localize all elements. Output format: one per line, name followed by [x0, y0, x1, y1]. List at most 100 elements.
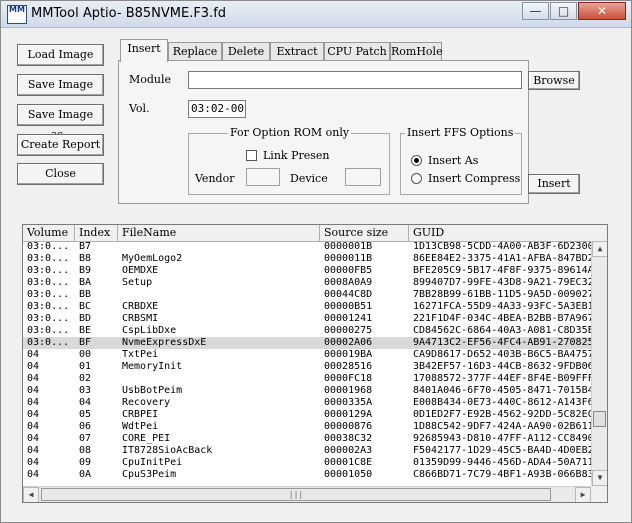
mmtool-window: MM MMTool Aptio- B85NVME.F3.fd — □ ✕ Loa…	[0, 0, 632, 523]
volume-cell: 03:0...	[27, 277, 70, 288]
link-present-label: Link Presen	[263, 149, 330, 162]
guid-cell: F5042177-1D29-45C5-BA4D-4D0EB2	[413, 445, 591, 456]
index-cell: 04	[79, 397, 92, 408]
volume-cell: 04	[27, 409, 40, 420]
column-index[interactable]: Index	[75, 225, 118, 241]
index-cell: B9	[79, 265, 92, 276]
index-cell: B7	[79, 241, 92, 252]
filename-cell: CRBSMI	[122, 313, 159, 324]
maximize-button[interactable]: □	[550, 2, 577, 20]
table-row[interactable]: 04 09 CpuInitPei 00001C8E 01359D99-9446-456D…	[23, 457, 591, 469]
browse-button[interactable]: Browse	[528, 71, 580, 90]
table-row[interactable]: 03:0... BC CRBDXE 00000B51 16271FCA-55D9-4A3…	[23, 301, 591, 313]
guid-cell: CD84562C-6864-40A3-A081-C8D35E	[413, 325, 591, 336]
table-row[interactable]: 03:0... B9 OEMDXE 00000FB5 BFE205C9-5B17-4F8…	[23, 265, 591, 277]
tab-cpu-patch[interactable]: CPU Patch	[324, 42, 390, 61]
table-row[interactable]: 04 01 MemoryInit 00028516 3B42EF57-16D3-44CB…	[23, 361, 591, 373]
vertical-scroll-thumb[interactable]	[593, 411, 606, 427]
tab-extract[interactable]: Extract	[270, 42, 324, 61]
filename-cell: NvmeExpressDxE	[122, 337, 207, 348]
table-row[interactable]: 04 0A CpuS3Peim 00001050 C866BD71-7C79-4BF1-…	[23, 469, 591, 481]
scroll-left-icon[interactable]: ◀	[23, 487, 39, 502]
volume-cell: 03:0...	[27, 325, 70, 336]
source-size-cell: 00038C32	[324, 433, 373, 444]
source-size-cell: 000002A3	[324, 445, 373, 456]
source-size-cell: 0000001B	[324, 241, 373, 252]
close-window-button[interactable]: ✕	[578, 2, 626, 20]
list-header: Volume Index FileName Source size GUID	[23, 225, 607, 242]
scroll-right-icon[interactable]: ▶	[575, 487, 591, 502]
guid-cell: E008B434-0E73-440C-8612-A143F6	[413, 397, 591, 408]
insert-as-radio[interactable]	[411, 155, 422, 166]
index-cell: BF	[79, 337, 92, 348]
column-source-size[interactable]: Source size	[320, 225, 409, 241]
guid-cell: 7BB28B99-61BB-11D5-9A5D-009027	[413, 289, 591, 300]
filename-cell: IT8728SioAcBack	[122, 445, 213, 456]
table-row[interactable]: 04 08 IT8728SioAcBack 000002A3 F5042177-1D29…	[23, 445, 591, 457]
title-bar[interactable]: MM MMTool Aptio- B85NVME.F3.fd — □ ✕	[1, 1, 631, 28]
table-row[interactable]: 04 00 TxtPei 000019BA CA9D8617-D652-403B-B6C…	[23, 349, 591, 361]
table-row[interactable]: 04 02 0000FC18 17088572-377F-44EF-8F4E-B09F…	[23, 373, 591, 385]
filename-cell: OEMDXE	[122, 265, 159, 276]
filename-cell: CORE_PEI	[122, 433, 171, 444]
guid-cell: 16271FCA-55D9-4A33-93FC-5A3EB1	[413, 301, 591, 312]
index-cell: 08	[79, 445, 92, 456]
guid-cell: 1D88C542-9DF7-424A-AA90-02B611	[413, 421, 591, 432]
index-cell: 05	[79, 409, 92, 420]
table-row[interactable]: 04 04 Recovery 0000335A E008B434-0E73-440C-8…	[23, 397, 591, 409]
module-path-input[interactable]	[188, 71, 522, 89]
table-row[interactable]: 03:0... BB 00044C8D 7BB28B99-61BB-11D5-9A5D…	[23, 289, 591, 301]
scroll-down-icon[interactable]: ▼	[592, 470, 607, 486]
module-list[interactable]: Volume Index FileName Source size GUID 0…	[22, 224, 608, 503]
horizontal-scroll-thumb[interactable]: |||	[41, 488, 551, 501]
tab-insert[interactable]: Insert	[120, 39, 168, 62]
guid-cell: 01359D99-9446-456D-ADA4-50A711	[413, 457, 591, 468]
source-size-cell: 00001241	[324, 313, 373, 324]
table-row[interactable]: 03:0... B7 0000001B 1D13CB98-5CDD-4A00-AB3F…	[23, 241, 591, 253]
table-row[interactable]: 04 05 CRBPEI 0000129A 0D1ED2F7-E92B-4562-92D…	[23, 409, 591, 421]
volume-input[interactable]: 03:02-00	[188, 100, 246, 118]
volume-cell: 03:0...	[27, 313, 70, 324]
column-guid[interactable]: GUID	[409, 225, 607, 241]
source-size-cell: 00001968	[324, 385, 373, 396]
save-image-as-button[interactable]: Save Image as..	[17, 104, 104, 141]
filename-cell: CpuInitPei	[122, 457, 183, 468]
table-row[interactable]: 04 06 WdtPei 00000876 1D88C542-9DF7-424A-AA9…	[23, 421, 591, 433]
column-filename[interactable]: FileName	[118, 225, 320, 241]
create-report-button[interactable]: Create Report	[17, 134, 104, 156]
volume-cell: 04	[27, 349, 40, 360]
insert-button[interactable]: Insert	[528, 174, 580, 194]
minimize-button[interactable]: —	[522, 2, 549, 20]
scroll-up-icon[interactable]: ▲	[592, 241, 607, 257]
option-rom-group-title: For Option ROM only	[228, 126, 352, 139]
link-present-checkbox[interactable]	[246, 150, 257, 161]
vendor-field[interactable]	[246, 168, 280, 186]
app-icon: MM	[7, 5, 27, 24]
tab-replace[interactable]: Replace	[168, 42, 222, 61]
source-size-cell: 00000B51	[324, 301, 373, 312]
vertical-scrollbar[interactable]: ▲ ▼	[591, 241, 607, 486]
load-image-button[interactable]: Load Image	[17, 44, 104, 66]
volume-cell: 04	[27, 457, 40, 468]
table-row[interactable]: 03:0... BA Setup 0008A0A9 899407D7-99FE-43D8…	[23, 277, 591, 289]
window-title: MMTool Aptio- B85NVME.F3.fd	[31, 6, 227, 21]
table-row[interactable]: 04 07 CORE_PEI 00038C32 92685943-D810-47FF-A…	[23, 433, 591, 445]
column-volume[interactable]: Volume	[23, 225, 75, 241]
save-image-button[interactable]: Save Image	[17, 74, 104, 96]
close-button[interactable]: Close	[17, 163, 104, 185]
horizontal-scrollbar[interactable]: ◀ ||| ▶	[23, 486, 591, 502]
filename-cell: WdtPei	[122, 421, 159, 432]
tab-delete[interactable]: Delete	[222, 42, 270, 61]
source-size-cell: 00000876	[324, 421, 373, 432]
table-row[interactable]: 03:0... B8 MyOemLogo2 0000011B 86EE84E2-3375…	[23, 253, 591, 265]
filename-cell: Setup	[122, 277, 153, 288]
insert-compress-radio[interactable]	[411, 173, 422, 184]
tab-romhole[interactable]: RomHole	[390, 42, 443, 61]
table-row[interactable]: 04 03 UsbBotPeim 00001968 8401A046-6F70-4505…	[23, 385, 591, 397]
table-row[interactable]: 03:0... BE CspLibDxe 00000275 CD84562C-6864-…	[23, 325, 591, 337]
table-row[interactable]: 03:0... BD CRBSMI 00001241 221F1D4F-034C-4BE…	[23, 313, 591, 325]
device-field[interactable]	[345, 168, 381, 186]
index-cell: BB	[79, 289, 92, 300]
source-size-cell: 00002A06	[324, 337, 373, 348]
table-row[interactable]: 03:0... BF NvmeExpressDxE 00002A06 9A4713C2-…	[23, 337, 591, 349]
